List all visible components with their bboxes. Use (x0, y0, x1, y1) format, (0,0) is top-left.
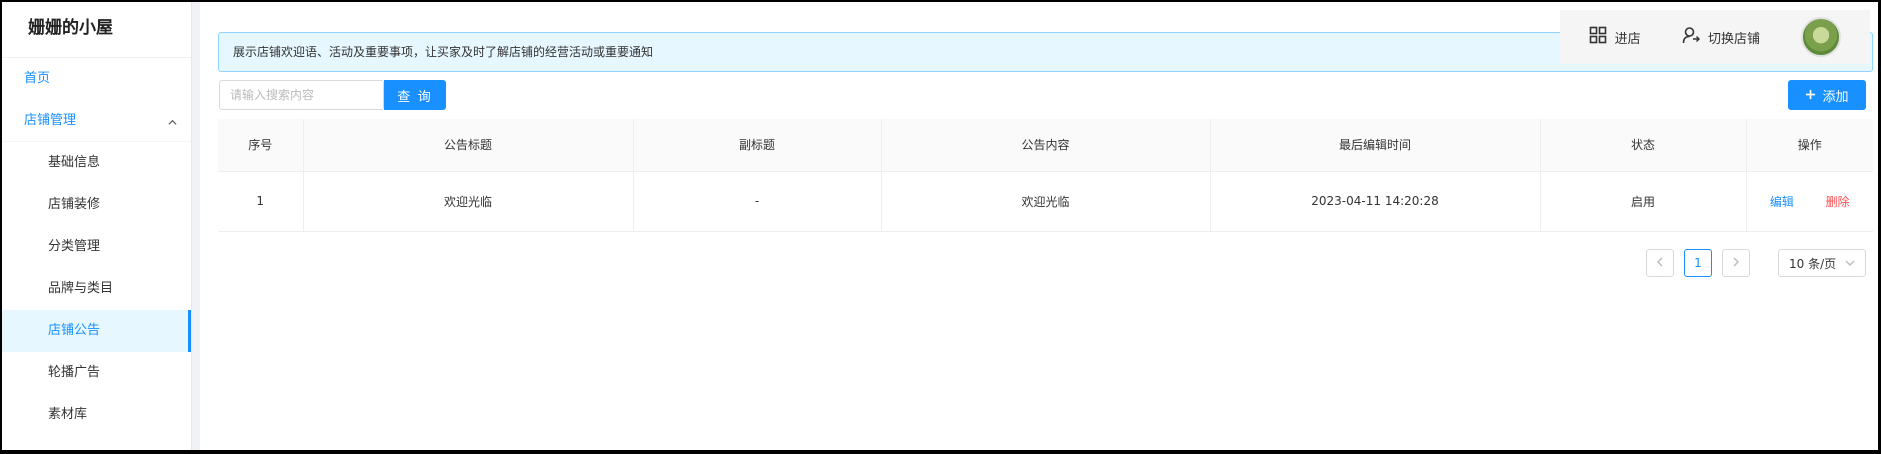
sidebar-group-store-management[interactable]: 店铺管理 (2, 100, 191, 142)
add-button[interactable]: 添加 (1788, 80, 1866, 110)
sidebar-item-materials[interactable]: 素材库 (2, 394, 191, 436)
switch-store-label: 切换店铺 (1707, 31, 1760, 47)
cell-title: 欢迎光临 (303, 171, 634, 232)
header-tools: 进店 切换店铺 (1560, 10, 1870, 64)
chevron-left-icon (1656, 256, 1664, 270)
column-header-status: 状态 (1540, 119, 1747, 172)
sidebar-item-store-notice[interactable]: 店铺公告 (2, 310, 191, 352)
sidebar-item-decoration[interactable]: 店铺装修 (2, 184, 191, 226)
edit-link[interactable]: 编辑 (1770, 195, 1794, 209)
column-header-edited-time: 最后编辑时间 (1210, 119, 1541, 172)
column-header-content: 公告内容 (881, 119, 1211, 172)
table-header-row: 序号 公告标题 副标题 公告内容 最后编辑时间 状态 操作 (218, 119, 1873, 172)
column-header-actions: 操作 (1746, 119, 1873, 172)
column-header-subtitle: 副标题 (633, 119, 882, 172)
cell-content: 欢迎光临 (881, 171, 1211, 232)
plus-icon (1805, 88, 1816, 103)
pagination: 1 10 条/页 (1646, 249, 1866, 277)
main-content: 进店 切换店铺 展示店铺欢迎语、活动及重要事项，让买家及时了解店铺的经营活动或重… (200, 2, 1878, 450)
user-switch-icon (1682, 26, 1700, 48)
search-input[interactable] (219, 80, 384, 110)
brand-title: 姗姗的小屋 (2, 2, 191, 58)
cell-actions: 编辑 删除 (1746, 171, 1873, 232)
add-button-label: 添加 (1822, 88, 1849, 104)
enter-store-label: 进店 (1614, 31, 1641, 47)
sidebar: 姗姗的小屋 首页 店铺管理 基础信息 店铺装修 分类管理 品牌与类目 店铺公告 … (2, 2, 192, 450)
app-window: 姗姗的小屋 首页 店铺管理 基础信息 店铺装修 分类管理 品牌与类目 店铺公告 … (2, 2, 1878, 450)
sidebar-item-carousel-ads[interactable]: 轮播广告 (2, 352, 191, 394)
switch-store-button[interactable]: 切换店铺 (1682, 26, 1760, 48)
next-page-button[interactable] (1722, 249, 1750, 277)
page-size-select[interactable]: 10 条/页 (1778, 249, 1866, 277)
page-number-button[interactable]: 1 (1684, 249, 1712, 277)
prev-page-button[interactable] (1646, 249, 1674, 277)
grid-icon (1589, 26, 1607, 48)
status-badge: 启用 (1540, 171, 1747, 232)
delete-link[interactable]: 删除 (1826, 195, 1850, 209)
sidebar-item-basic-info[interactable]: 基础信息 (2, 142, 191, 184)
page-size-label: 10 条/页 (1789, 256, 1837, 271)
avatar[interactable] (1801, 17, 1842, 57)
table-row: 1 欢迎光临 - 欢迎光临 2023-04-11 14:20:28 启用 编辑 … (218, 171, 1873, 232)
column-header-title: 公告标题 (303, 119, 634, 172)
cell-subtitle: - (633, 171, 882, 232)
enter-store-button[interactable]: 进店 (1589, 26, 1641, 48)
sidebar-group-label: 店铺管理 (24, 112, 77, 128)
search-button[interactable]: 查 询 (384, 80, 446, 110)
sidebar-item-brand-category[interactable]: 品牌与类目 (2, 268, 191, 310)
cell-index: 1 (218, 171, 304, 232)
sidebar-item-home[interactable]: 首页 (2, 58, 191, 100)
chevron-down-icon (1845, 256, 1855, 270)
notice-table: 序号 公告标题 副标题 公告内容 最后编辑时间 状态 操作 1 欢迎光临 - 欢… (218, 119, 1873, 232)
cell-edited-time: 2023-04-11 14:20:28 (1210, 171, 1541, 232)
sidebar-item-category[interactable]: 分类管理 (2, 226, 191, 268)
chevron-up-icon (168, 118, 177, 127)
column-header-index: 序号 (218, 119, 304, 172)
chevron-right-icon (1732, 256, 1740, 270)
